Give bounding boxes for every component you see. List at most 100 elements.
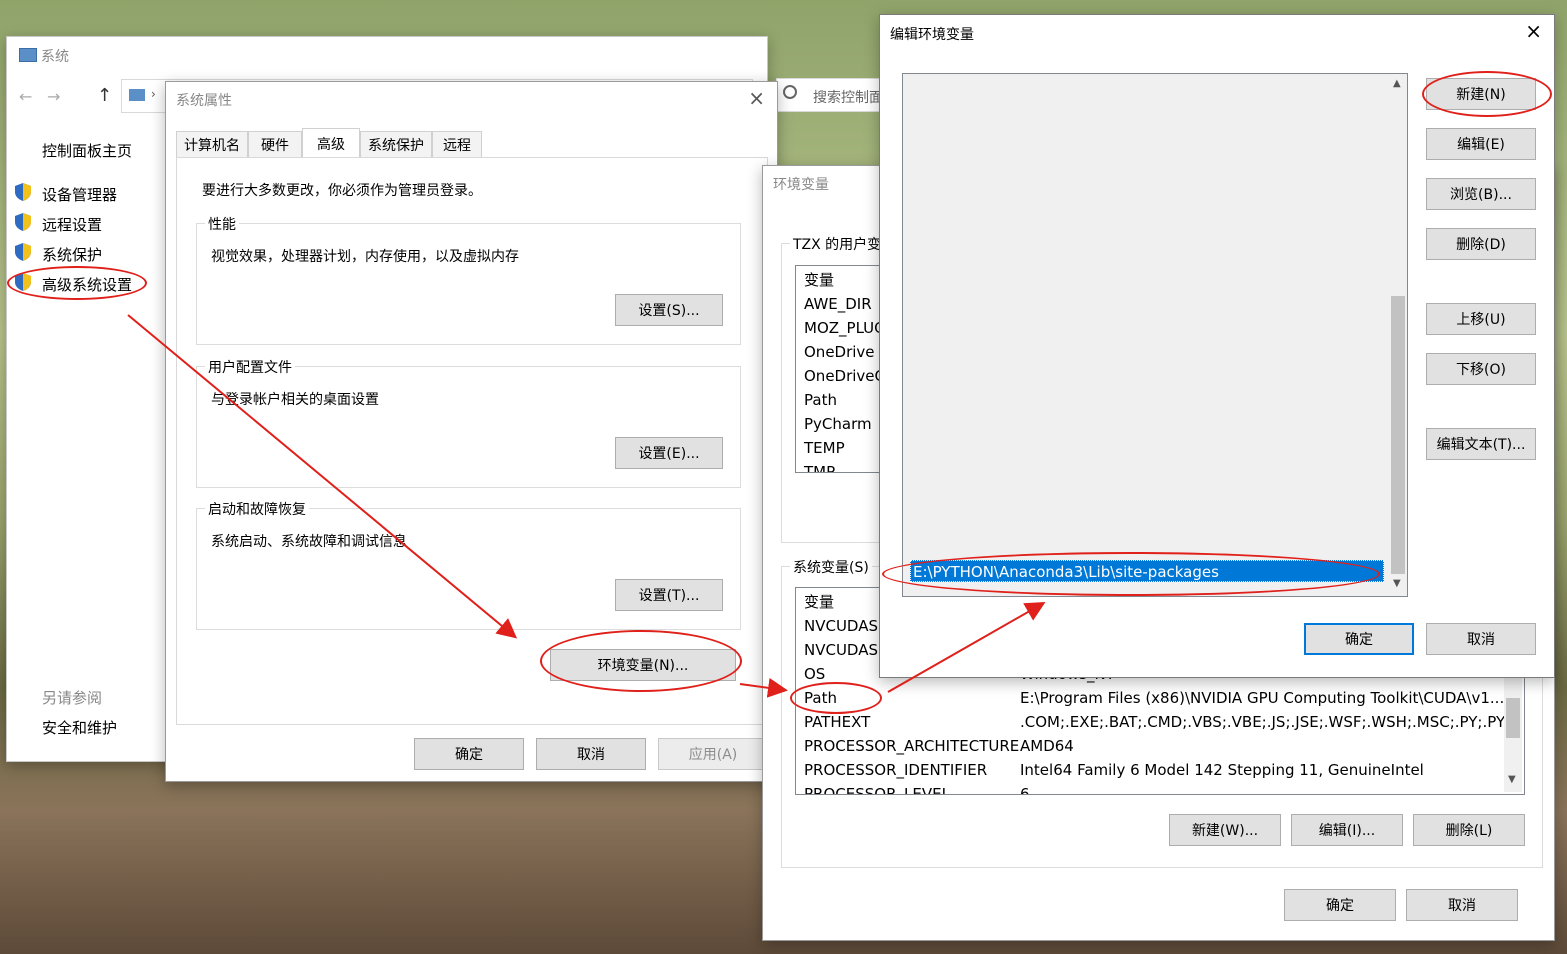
edit-environment-variable-dialog: 编辑环境变量 × E:\PYTHON\Anaconda3\Lib\site-pa… xyxy=(879,14,1555,678)
shield-icon xyxy=(15,213,31,231)
tab-computer-name[interactable]: 计算机名 xyxy=(176,131,248,157)
table-row-name[interactable]: NVCUDAS xyxy=(804,614,878,638)
system-properties-title: 系统属性 xyxy=(176,93,232,109)
edit-new-button[interactable]: 新建(N) xyxy=(1426,78,1536,110)
performance-label: 性能 xyxy=(205,214,239,234)
search-box[interactable]: 搜索控制面 xyxy=(776,78,888,112)
shield-icon xyxy=(15,273,31,291)
edit-cancel-button[interactable]: 取消 xyxy=(1426,623,1536,655)
env-cancel-button[interactable]: 取消 xyxy=(1406,889,1518,921)
list-item[interactable]: TEMP xyxy=(804,436,845,460)
nav-up-button[interactable]: ↑ xyxy=(97,85,112,106)
list-item[interactable]: MOZ_PLUG xyxy=(804,316,886,340)
startup-recovery-group: 启动和故障恢复 系统启动、系统故障和调试信息 设置(T)... xyxy=(196,499,741,630)
performance-desc: 视觉效果，处理器计划，内存使用，以及虚拟内存 xyxy=(211,249,519,265)
user-profiles-settings-button[interactable]: 设置(E)... xyxy=(615,437,723,469)
list-item[interactable]: TMP xyxy=(804,460,835,472)
performance-settings-button[interactable]: 设置(S)... xyxy=(615,294,723,326)
cancel-button[interactable]: 取消 xyxy=(536,738,646,770)
address-computer-icon xyxy=(129,89,145,101)
shield-icon xyxy=(15,183,31,201)
advanced-system-settings-link[interactable]: 高级系统设置 xyxy=(42,274,132,295)
user-list-header: 变量 xyxy=(804,271,835,289)
edit-env-title: 编辑环境变量 xyxy=(890,27,974,43)
ok-button[interactable]: 确定 xyxy=(414,738,524,770)
env-ok-button[interactable]: 确定 xyxy=(1284,889,1396,921)
startup-recovery-desc: 系统启动、系统故障和调试信息 xyxy=(211,534,407,550)
device-manager-link[interactable]: 设备管理器 xyxy=(42,184,117,205)
chevron-up-icon[interactable]: ▲ xyxy=(1393,78,1401,89)
edit-text-button[interactable]: 编辑文本(T)... xyxy=(1426,428,1536,460)
system-new-button[interactable]: 新建(W)... xyxy=(1169,814,1281,846)
table-row-value: 6 xyxy=(1020,785,1030,795)
tab-advanced[interactable]: 高级 xyxy=(302,128,360,158)
system-delete-button[interactable]: 删除(L) xyxy=(1413,814,1525,846)
startup-recovery-settings-button[interactable]: 设置(T)... xyxy=(615,579,723,611)
system-variables-label: 系统变量(S) xyxy=(790,557,872,577)
system-icon xyxy=(19,48,37,62)
startup-recovery-label: 启动和故障恢复 xyxy=(205,499,309,519)
edit-browse-button[interactable]: 浏览(B)... xyxy=(1426,178,1536,210)
performance-group: 性能 视觉效果，处理器计划，内存使用，以及虚拟内存 设置(S)... xyxy=(196,214,741,345)
search-input[interactable]: 搜索控制面 xyxy=(813,87,883,107)
chevron-down-icon[interactable]: ▼ xyxy=(1508,774,1516,785)
table-row-value: E:\Program Files (x86)\NVIDIA GPU Comput… xyxy=(1020,689,1505,707)
list-item[interactable]: OneDrive xyxy=(804,340,875,364)
list-item[interactable]: Path xyxy=(804,388,837,412)
tab-system-protection[interactable]: 系统保护 xyxy=(360,131,432,157)
selected-path-entry[interactable]: E:\PYTHON\Anaconda3\Lib\site-packages xyxy=(910,560,1384,582)
environment-variables-title: 环境变量 xyxy=(773,177,829,193)
table-row-name[interactable]: Path xyxy=(804,686,837,710)
edit-edit-button[interactable]: 编辑(E) xyxy=(1426,128,1536,160)
watermark: https://blog.csdn.net/jiangxiang68 xyxy=(1310,926,1534,941)
table-row-name[interactable]: PATHEXT xyxy=(804,710,870,734)
path-entries-list: E:\PYTHON\Anaconda3\Lib\site-packages ▲ … xyxy=(902,73,1408,597)
table-row-value: Intel64 Family 6 Model 142 Stepping 11, … xyxy=(1020,761,1424,779)
scrollbar-thumb[interactable] xyxy=(1506,698,1520,738)
chevron-right-icon: › xyxy=(151,87,156,101)
table-row-name[interactable]: OS xyxy=(804,662,825,686)
see-also-label: 另请参阅 xyxy=(42,689,103,707)
user-variables-label: TZX 的用户变 xyxy=(790,234,885,254)
edit-ok-button[interactable]: 确定 xyxy=(1304,623,1414,655)
table-row-name[interactable]: NVCUDAS xyxy=(804,638,878,662)
nav-back-button[interactable]: ← xyxy=(19,87,32,106)
apply-button[interactable]: 应用(A) xyxy=(658,738,768,770)
system-window-title: 系统 xyxy=(41,49,69,65)
close-icon[interactable]: × xyxy=(748,86,765,110)
admin-notice: 要进行大多数更改，你必须作为管理员登录。 xyxy=(202,183,482,199)
sys-list-header: 变量 xyxy=(804,593,835,611)
chevron-down-icon[interactable]: ▼ xyxy=(1393,578,1401,589)
close-icon[interactable]: × xyxy=(1525,19,1542,43)
edit-move-down-button[interactable]: 下移(O) xyxy=(1426,353,1536,385)
remote-settings-link[interactable]: 远程设置 xyxy=(42,214,102,235)
table-row-value: .COM;.EXE;.BAT;.CMD;.VBS;.VBE;.JS;.JSE;.… xyxy=(1020,713,1520,731)
search-icon xyxy=(783,85,797,99)
list-item[interactable]: PyCharm xyxy=(804,412,872,436)
table-row-name[interactable]: PROCESSOR_ARCHITECTURE xyxy=(804,734,1019,758)
scrollbar-thumb[interactable] xyxy=(1391,296,1405,574)
edit-delete-button[interactable]: 删除(D) xyxy=(1426,228,1536,260)
table-row-name[interactable]: PROCESSOR_LEVEL xyxy=(804,782,950,794)
list-scrollbar[interactable]: ▲ ▼ xyxy=(1389,74,1407,596)
list-gray-area xyxy=(903,74,1389,596)
tab-hardware[interactable]: 硬件 xyxy=(248,131,302,157)
edit-move-up-button[interactable]: 上移(U) xyxy=(1426,303,1536,335)
tab-strip: 计算机名 硬件 高级 系统保护 远程 xyxy=(176,128,776,159)
table-row-name[interactable]: PROCESSOR_IDENTIFIER xyxy=(804,758,987,782)
security-maintenance-link[interactable]: 安全和维护 xyxy=(42,717,117,738)
user-profiles-desc: 与登录帐户相关的桌面设置 xyxy=(211,392,379,408)
table-row-value: AMD64 xyxy=(1020,737,1074,755)
user-profiles-label: 用户配置文件 xyxy=(205,357,295,377)
tab-remote[interactable]: 远程 xyxy=(432,131,482,157)
list-item[interactable]: OneDriveC xyxy=(804,364,885,388)
shield-icon xyxy=(15,243,31,261)
system-edit-button[interactable]: 编辑(I)... xyxy=(1291,814,1403,846)
system-properties-dialog: 系统属性 × 计算机名 硬件 高级 系统保护 远程 要进行大多数更改，你必须作为… xyxy=(165,81,778,782)
user-profiles-group: 用户配置文件 与登录帐户相关的桌面设置 设置(E)... xyxy=(196,357,741,488)
list-item[interactable]: AWE_DIR xyxy=(804,292,872,316)
control-panel-home-link[interactable]: 控制面板主页 xyxy=(42,140,132,161)
system-protection-link[interactable]: 系统保护 xyxy=(42,244,102,265)
nav-forward-button[interactable]: → xyxy=(47,87,60,106)
environment-variables-button[interactable]: 环境变量(N)... xyxy=(550,649,736,681)
